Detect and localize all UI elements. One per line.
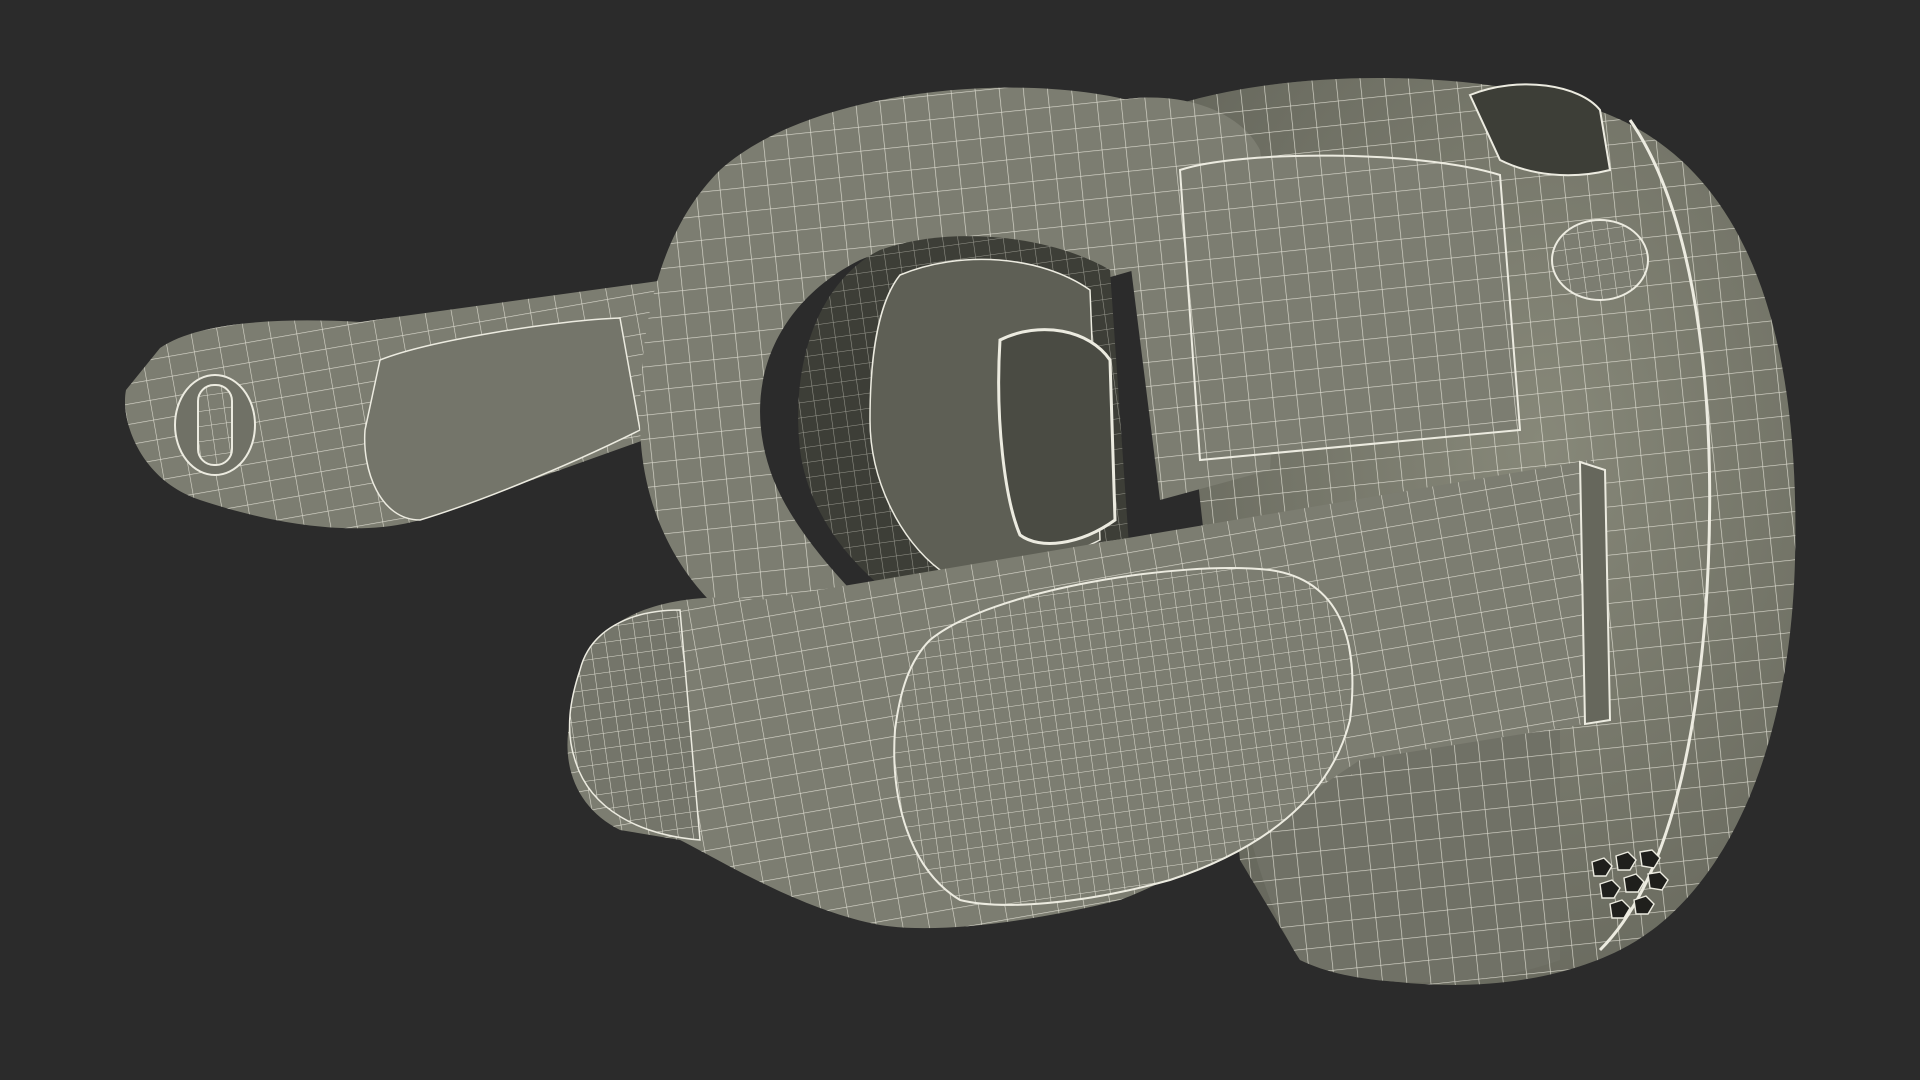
wireframe-render	[0, 0, 1920, 1080]
viewport-stage	[0, 0, 1920, 1080]
lens	[997, 328, 1117, 545]
